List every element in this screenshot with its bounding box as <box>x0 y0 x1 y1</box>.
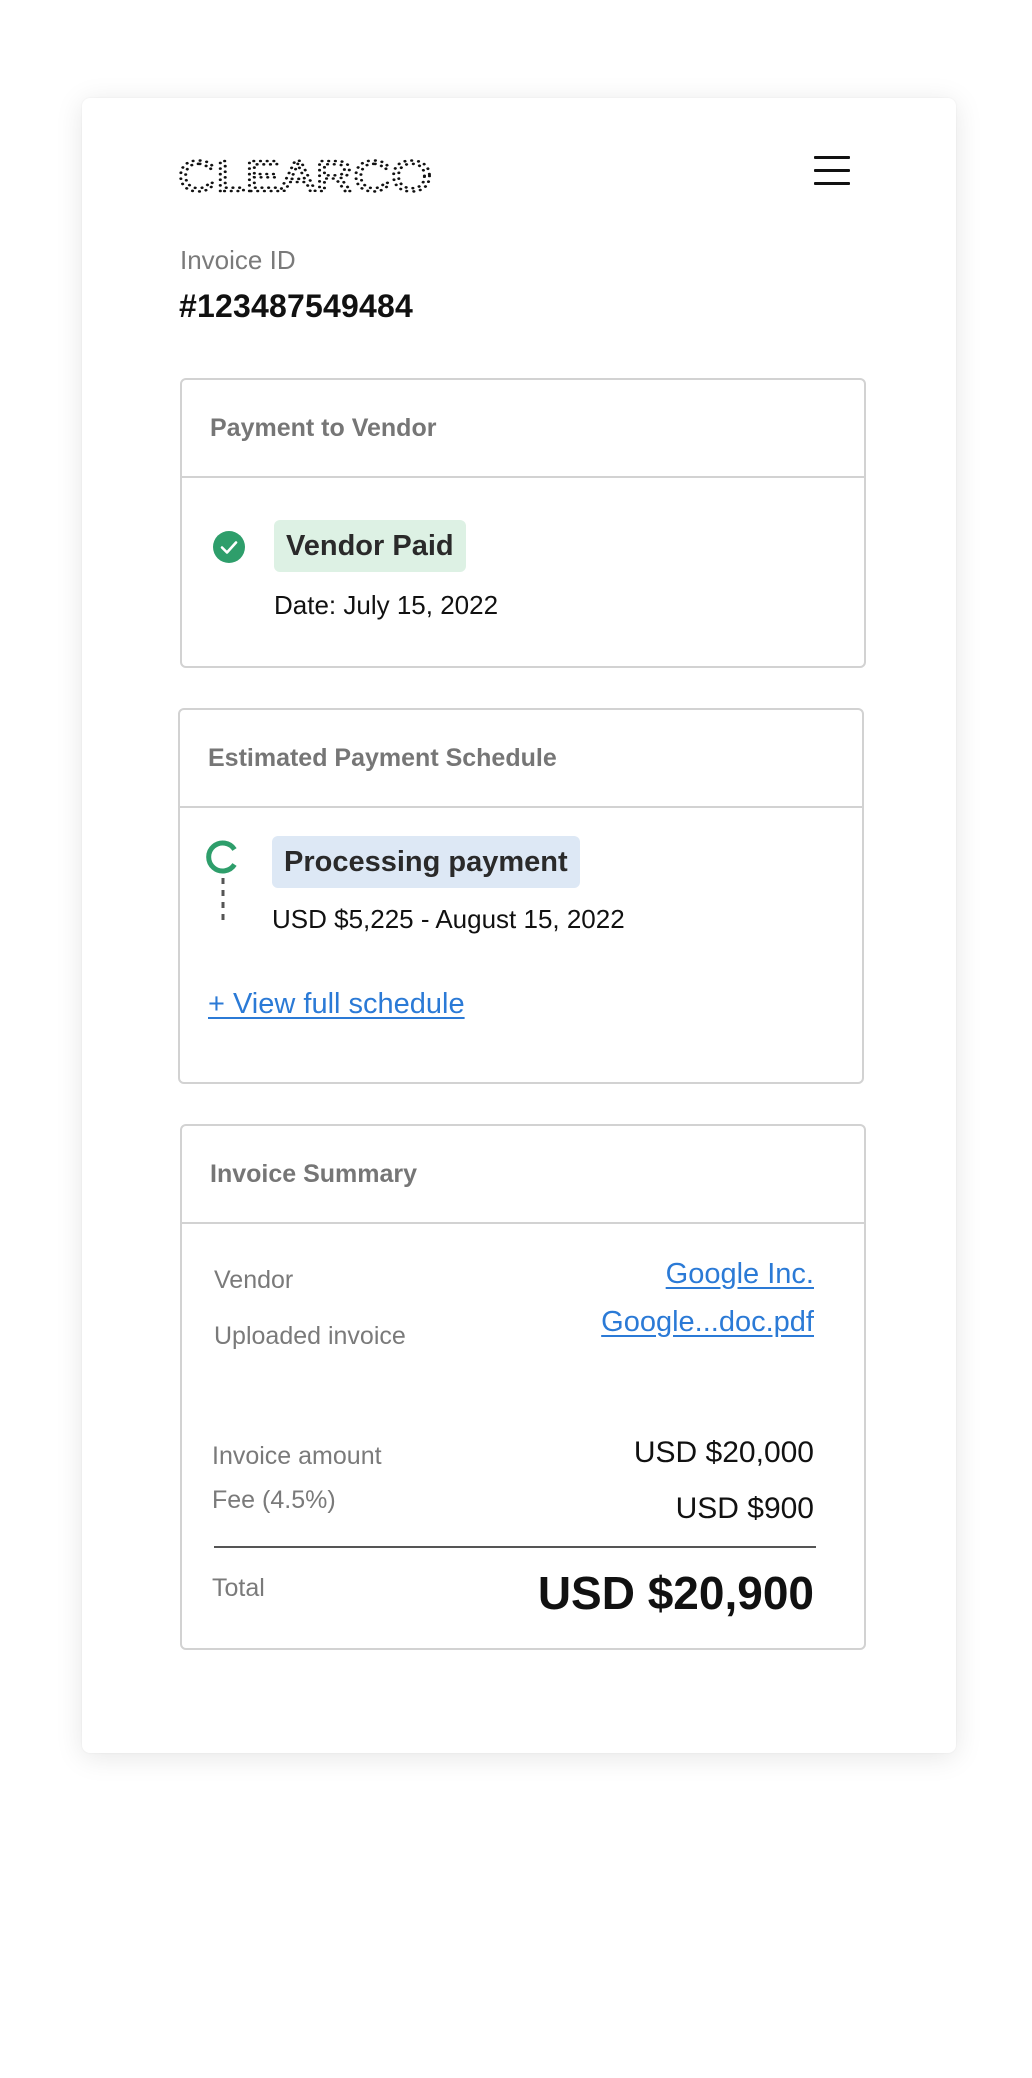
vendor-paid-date: Date: July 15, 2022 <box>274 590 499 620</box>
clearco-logo: CLEARCO <box>176 152 436 198</box>
hamburger-menu-icon[interactable] <box>812 152 852 188</box>
vendor-label: Vendor <box>214 1266 294 1294</box>
vendor-link[interactable]: Google Inc. <box>666 1258 814 1291</box>
total-label: Total <box>212 1574 265 1602</box>
invoice-summary-title: Invoice Summary <box>182 1126 864 1224</box>
invoice-amount-value: USD $20,000 <box>633 1436 814 1469</box>
timeline-dots <box>221 878 225 922</box>
uploaded-invoice-label: Uploaded invoice <box>214 1322 406 1350</box>
spinner-icon <box>206 840 237 874</box>
summary-divider <box>214 1546 816 1548</box>
logo-text: CLEARCO <box>178 152 432 198</box>
invoice-summary-panel: Invoice Summary Vendor Google Inc. Uploa… <box>180 1124 866 1650</box>
view-full-schedule-link[interactable]: + View full schedule <box>208 988 465 1021</box>
fee-value: USD $900 <box>675 1492 814 1525</box>
fee-label: Fee (4.5%) <box>212 1486 336 1514</box>
invoice-id-value: #123487549484 <box>179 288 413 324</box>
invoice-amount-label: Invoice amount <box>212 1442 382 1470</box>
uploaded-invoice-link[interactable]: Google...doc.pdf <box>601 1306 814 1339</box>
total-value: USD $20,900 <box>537 1567 814 1619</box>
payment-schedule-title: Estimated Payment Schedule <box>180 710 862 808</box>
payment-schedule-panel: Estimated Payment Schedule Processing pa… <box>178 708 864 1084</box>
vendor-payment-panel: Payment to Vendor Vendor Paid Date: July… <box>180 378 866 668</box>
processing-payment-badge: Processing payment <box>272 836 580 888</box>
scheduled-payment-line: USD $5,225 - August 15, 2022 <box>272 904 625 934</box>
check-circle-icon <box>213 531 245 563</box>
vendor-paid-badge: Vendor Paid <box>274 520 466 572</box>
vendor-payment-title: Payment to Vendor <box>182 380 864 478</box>
invoice-id-label: Invoice ID <box>180 245 296 275</box>
